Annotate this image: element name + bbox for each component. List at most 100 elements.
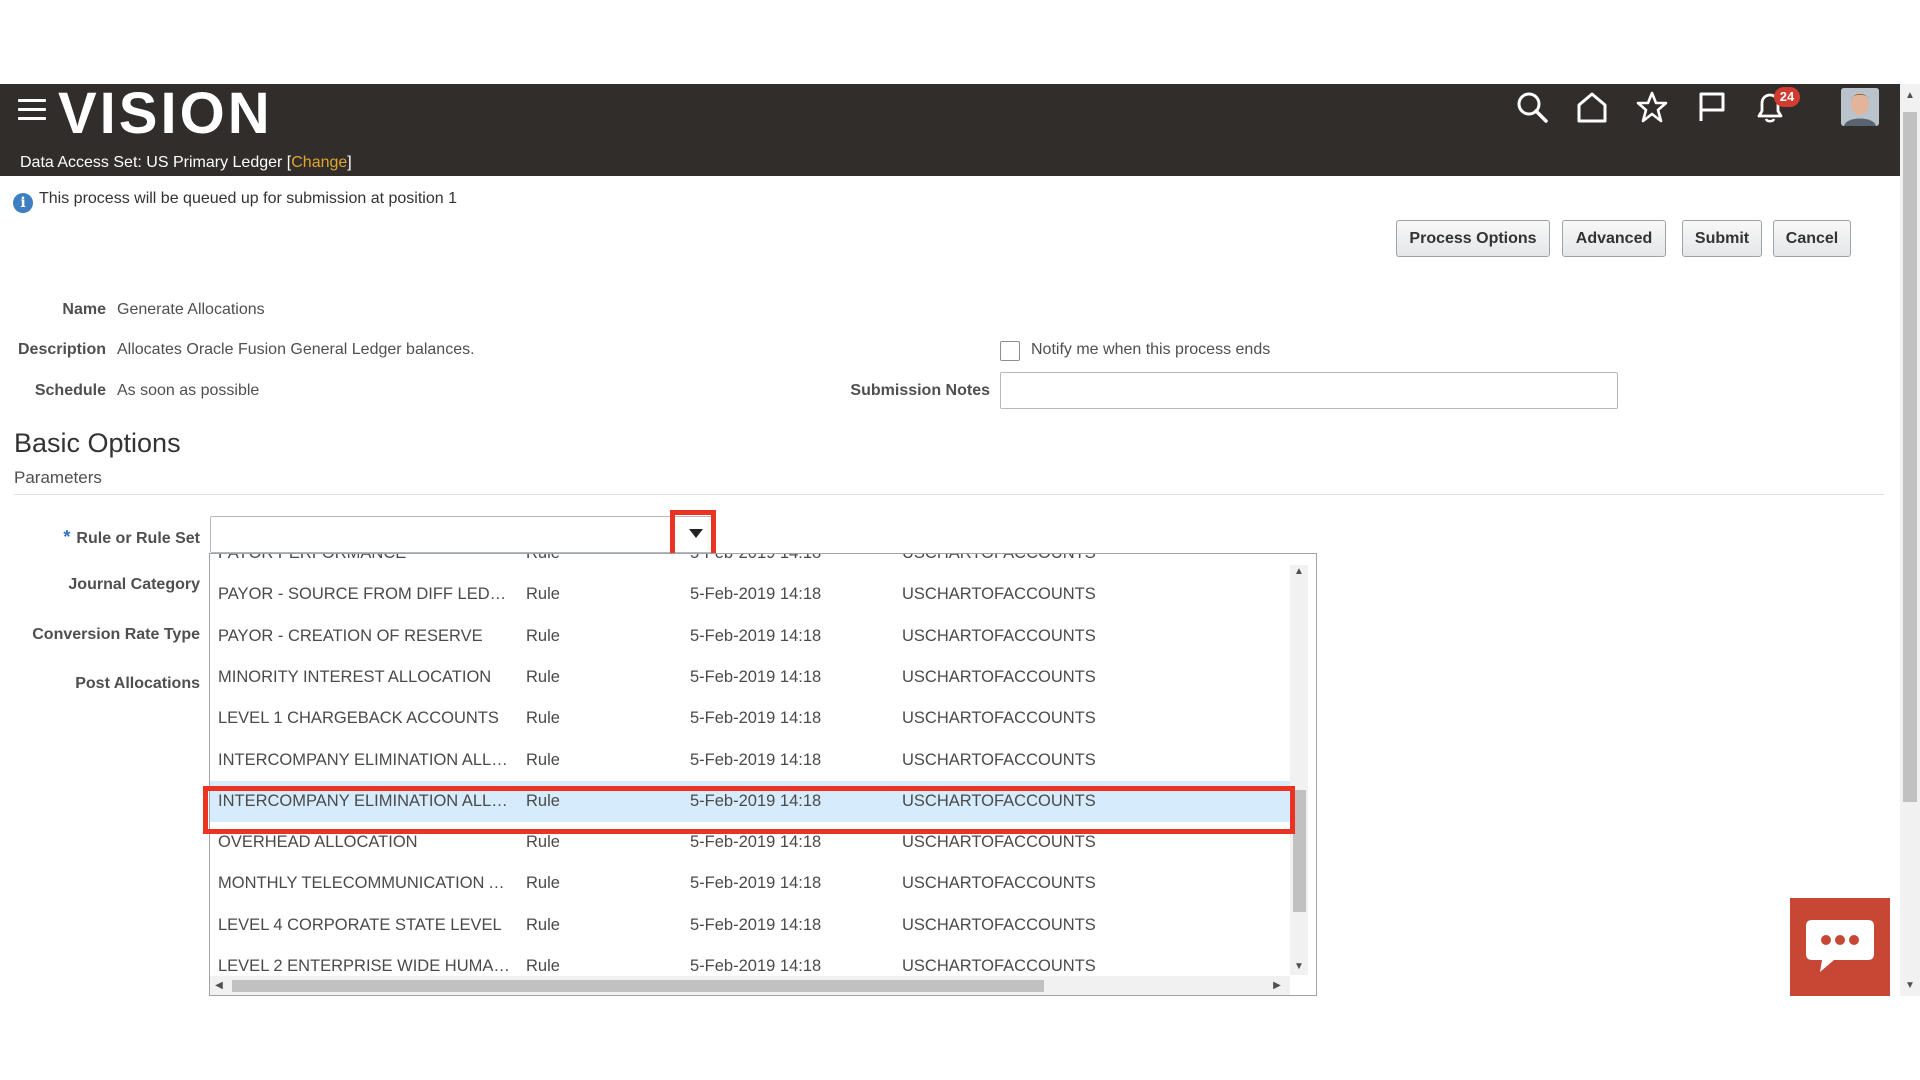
vision-logo: VISION — [58, 81, 273, 146]
dropdown-scroll-down-icon[interactable]: ▼ — [1292, 960, 1306, 974]
dropdown-scroll-right-icon[interactable]: ▶ — [1270, 979, 1284, 993]
rule-dropdown-toggle[interactable] — [670, 510, 716, 558]
option-date: 5-Feb-2019 14:18 — [690, 553, 822, 562]
page-scrollbar-thumb[interactable] — [1903, 112, 1917, 802]
notify-checkbox[interactable] — [1000, 341, 1020, 361]
option-type: Rule — [526, 915, 560, 934]
option-name: INTERCOMPANY ELIMINATION ALLOCATION — [218, 750, 510, 769]
watchlist-flag-icon[interactable] — [1694, 90, 1728, 124]
option-name: LEVEL 4 CORPORATE STATE LEVEL — [218, 915, 502, 934]
option-name: LEVEL 1 CHARGEBACK ACCOUNTS — [218, 709, 499, 728]
option-chart-of-accounts: USCHARTOFACCOUNTS — [902, 667, 1096, 686]
parameters-subheading: Parameters — [14, 468, 102, 487]
dropdown-option[interactable]: PAYOR - SOURCE FROM DIFF LEDGER Rule 5-Feb… — [210, 574, 1292, 615]
dropdown-horizontal-scrollbar-thumb[interactable] — [232, 980, 1044, 992]
process-options-button[interactable]: Process Options — [1396, 220, 1550, 257]
advanced-button[interactable]: Advanced — [1562, 220, 1666, 257]
chat-bubble-icon — [1806, 920, 1874, 972]
option-name: MONTHLY TELECOMMUNICATION ALLOCATION — [218, 874, 510, 893]
data-access-set: Data Access Set: US Primary Ledger [Chan… — [20, 154, 352, 171]
page-scroll-up-icon[interactable]: ▲ — [1900, 86, 1920, 106]
option-type: Rule — [526, 750, 560, 769]
dropdown-option[interactable]: LEVEL 4 CORPORATE STATE LEVEL Rule 5-Feb-2… — [210, 905, 1292, 946]
conversion-rate-type-label: Conversion Rate Type — [32, 626, 200, 643]
selected-row-highlight — [203, 786, 1295, 834]
favorites-star-icon[interactable] — [1635, 90, 1669, 124]
option-chart-of-accounts: USCHARTOFACCOUNTS — [902, 709, 1096, 728]
schedule-label: Schedule — [34, 382, 106, 399]
notification-count-badge: 24 — [1774, 87, 1800, 107]
name-value: Generate Allocations — [117, 301, 265, 318]
option-date: 5-Feb-2019 14:18 — [690, 709, 822, 728]
option-date: 5-Feb-2019 14:18 — [690, 750, 822, 769]
submission-notes-input[interactable] — [1000, 372, 1618, 409]
option-date: 5-Feb-2019 14:18 — [690, 626, 822, 645]
info-message-text: This process will be queued up for submi… — [39, 190, 457, 207]
description-label: Description — [17, 341, 106, 358]
section-divider — [14, 494, 1884, 495]
option-chart-of-accounts: USCHARTOFACCOUNTS — [902, 833, 1096, 852]
option-chart-of-accounts: USCHARTOFACCOUNTS — [902, 750, 1096, 769]
page-scroll-down-icon[interactable]: ▼ — [1900, 976, 1920, 996]
option-name: PAYOR - CREATION OF RESERVE — [218, 626, 483, 645]
option-type: Rule — [526, 709, 560, 728]
dropdown-vertical-scrollbar[interactable] — [1290, 565, 1308, 975]
dropdown-option[interactable]: MINORITY INTEREST ALLOCATION Rule 5-Feb-20… — [210, 657, 1292, 698]
submit-button[interactable]: Submit — [1682, 220, 1762, 257]
rule-or-rule-set-label: * Rule or Rule Set — [0, 527, 200, 548]
dropdown-option[interactable]: LEVEL 1 CHARGEBACK ACCOUNTS Rule 5-Feb-201… — [210, 698, 1292, 739]
rule-or-rule-set-input[interactable] — [210, 516, 716, 553]
rule-or-rule-set-label-text: Rule or Rule Set — [76, 530, 200, 547]
rule-dropdown-list: PAYOR PERFORMANCE Rule 5-Feb-2019 14:18 USC… — [209, 553, 1317, 996]
change-link[interactable]: Change — [291, 154, 347, 171]
journal-category-label: Journal Category — [68, 576, 200, 593]
option-date: 5-Feb-2019 14:18 — [690, 957, 822, 975]
dropdown-scroll-up-icon[interactable]: ▲ — [1292, 565, 1306, 579]
info-message: i This process will be queued up for subm… — [13, 190, 457, 213]
option-name: OVERHEAD ALLOCATION — [218, 833, 418, 852]
option-date: 5-Feb-2019 14:18 — [690, 874, 822, 893]
option-chart-of-accounts: USCHARTOFACCOUNTS — [902, 553, 1096, 562]
option-type: Rule — [526, 667, 560, 686]
dropdown-option[interactable]: INTERCOMPANY ELIMINATION ALLOCATION Rule 5… — [210, 740, 1292, 781]
option-chart-of-accounts: USCHARTOFACCOUNTS — [902, 585, 1096, 604]
option-date: 5-Feb-2019 14:18 — [690, 585, 822, 604]
option-date: 5-Feb-2019 14:18 — [690, 833, 822, 852]
option-name: PAYOR - SOURCE FROM DIFF LEDGER — [218, 585, 510, 604]
info-icon: i — [13, 193, 33, 213]
post-allocations-label: Post Allocations — [75, 675, 200, 692]
data-access-value: US Primary Ledger — [146, 154, 283, 171]
option-type: Rule — [526, 874, 560, 893]
data-access-label: Data Access Set: — [20, 154, 142, 171]
navigator-menu-icon[interactable] — [18, 99, 46, 121]
home-icon[interactable] — [1575, 90, 1609, 124]
option-name: LEVEL 2 ENTERPRISE WIDE HUMAN RESOURCES — [218, 957, 510, 975]
option-name: PAYOR PERFORMANCE — [218, 553, 407, 562]
dropdown-option[interactable]: MONTHLY TELECOMMUNICATION ALLOCATION Rule… — [210, 863, 1292, 904]
dropdown-option[interactable]: PAYOR - CREATION OF RESERVE Rule 5-Feb-201… — [210, 616, 1292, 657]
submission-notes-label: Submission Notes — [850, 382, 990, 399]
notify-label: Notify me when this process ends — [1031, 341, 1271, 358]
option-chart-of-accounts: USCHARTOFACCOUNTS — [902, 626, 1096, 645]
basic-options-heading: Basic Options — [14, 428, 181, 458]
option-date: 5-Feb-2019 14:18 — [690, 915, 822, 934]
option-type: Rule — [526, 553, 560, 562]
option-type: Rule — [526, 585, 560, 604]
option-type: Rule — [526, 833, 560, 852]
dropdown-option[interactable]: PAYOR PERFORMANCE Rule 5-Feb-2019 14:18 USC… — [210, 553, 1292, 574]
chat-button[interactable] — [1790, 898, 1890, 996]
user-avatar[interactable] — [1841, 88, 1879, 126]
option-type: Rule — [526, 957, 560, 975]
option-chart-of-accounts: USCHARTOFACCOUNTS — [902, 874, 1096, 893]
cancel-button[interactable]: Cancel — [1773, 220, 1851, 257]
chevron-down-icon — [689, 529, 703, 538]
description-value: Allocates Oracle Fusion General Ledger b… — [117, 341, 475, 358]
name-label: Name — [62, 301, 106, 318]
option-date: 5-Feb-2019 14:18 — [690, 667, 822, 686]
option-name: MINORITY INTEREST ALLOCATION — [218, 667, 492, 686]
dropdown-scroll-left-icon[interactable]: ◀ — [212, 979, 226, 993]
required-indicator-icon: * — [63, 527, 71, 547]
schedule-value: As soon as possible — [117, 382, 260, 399]
search-icon[interactable] — [1515, 90, 1549, 124]
option-chart-of-accounts: USCHARTOFACCOUNTS — [902, 957, 1096, 975]
